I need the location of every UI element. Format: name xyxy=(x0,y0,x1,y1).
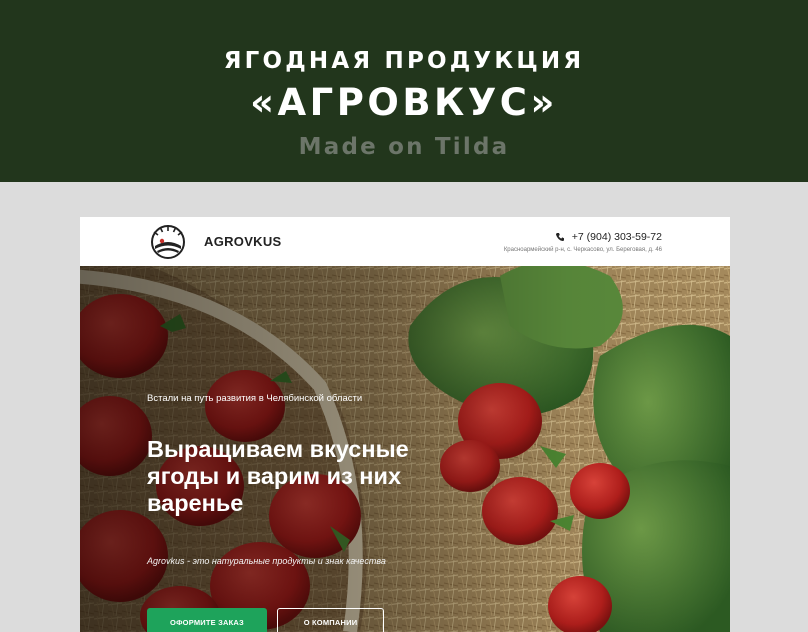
logo-emblem-icon[interactable] xyxy=(149,222,187,260)
banner-made-on: Made on Tilda xyxy=(298,134,510,160)
site-preview: AGROVKUS +7 (904) 303-59-72 Красноармейс… xyxy=(80,217,730,632)
hero-title-line: ягоды и варим из них xyxy=(147,463,402,489)
site-header: AGROVKUS +7 (904) 303-59-72 Красноармейс… xyxy=(80,217,730,266)
banner-heading: ЯГОДНАЯ ПРОДУКЦИЯ xyxy=(223,48,585,74)
phone-icon xyxy=(556,233,564,241)
about-company-button[interactable]: О КОМПАНИИ xyxy=(277,608,384,632)
hero-section: Встали на путь развития в Челябинской об… xyxy=(80,266,730,632)
hero-title-line: варенье xyxy=(147,490,244,516)
address-text: Красноармейский р-н, с. Черкасово, ул. Б… xyxy=(503,247,662,253)
top-banner: ЯГОДНАЯ ПРОДУКЦИЯ «АГРОВКУС» Made on Til… xyxy=(0,0,808,182)
phone-number[interactable]: +7 (904) 303-59-72 xyxy=(572,231,662,243)
hero-subtitle: Agrovkus - это натуральные продукты и зн… xyxy=(147,556,386,566)
logo-text[interactable]: AGROVKUS xyxy=(204,234,282,249)
banner-brand-title: «АГРОВКУС» xyxy=(250,81,558,124)
hero-title-line: Выращиваем вкусные xyxy=(147,436,409,462)
hero-kicker: Встали на путь развития в Челябинской об… xyxy=(147,393,363,404)
order-button[interactable]: ОФОРМИТЕ ЗАКАЗ xyxy=(147,608,267,632)
hero-title: Выращиваем вкусные ягоды и варим из них … xyxy=(147,436,477,517)
